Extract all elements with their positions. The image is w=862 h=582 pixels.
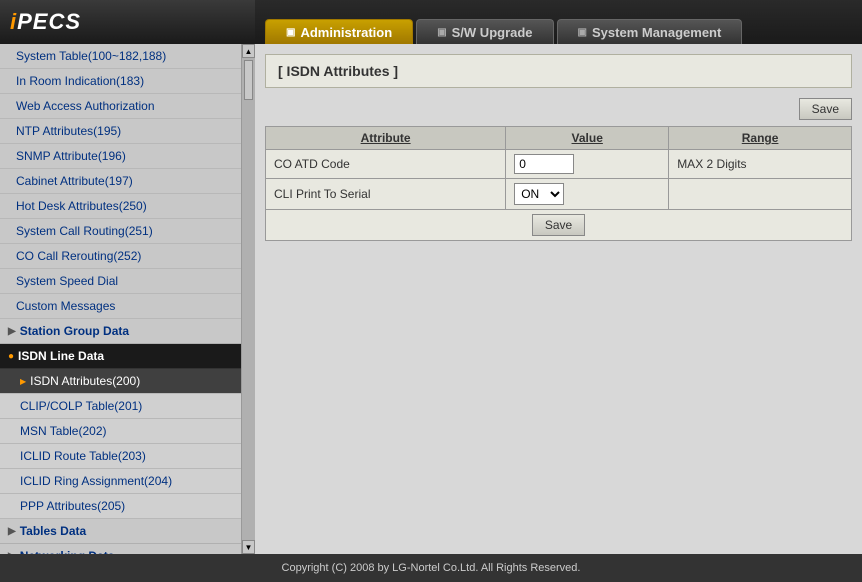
header: iPECS ▣ Administration ▣ S/W Upgrade ▣ S… — [0, 0, 862, 44]
attr-cli-print-range — [669, 179, 852, 210]
table-row-co-atd: CO ATD Code MAX 2 Digits — [266, 150, 852, 179]
attr-co-atd-range: MAX 2 Digits — [669, 150, 852, 179]
tab-sw-label: S/W Upgrade — [452, 25, 533, 40]
sidebar-subitem-iclid-ring[interactable]: ICLID Ring Assignment(204) — [0, 469, 241, 494]
sidebar-group-tables-label: Tables Data — [20, 524, 86, 538]
scroll-up-btn[interactable]: ▲ — [242, 44, 255, 58]
attributes-table: Attribute Value Range CO ATD Code MAX 2 … — [265, 126, 852, 241]
group-arrow-station: ▶ — [8, 326, 16, 337]
sidebar-scrollbar[interactable]: ▲ ▼ — [241, 44, 255, 554]
copyright-text: Copyright (C) 2008 by LG-Nortel Co.Ltd. … — [282, 562, 581, 574]
sidebar: System Table(100~182,188) In Room Indica… — [0, 44, 255, 554]
sidebar-item-custom-msg[interactable]: Custom Messages — [0, 294, 241, 319]
tab-system-mgmt[interactable]: ▣ System Management — [557, 19, 743, 44]
sidebar-item-syscall[interactable]: System Call Routing(251) — [0, 219, 241, 244]
sidebar-subitem-ppp[interactable]: PPP Attributes(205) — [0, 494, 241, 519]
main-container: System Table(100~182,188) In Room Indica… — [0, 44, 862, 554]
save-cell: Save — [266, 210, 852, 241]
tab-admin-label: Administration — [300, 25, 392, 40]
sidebar-subitem-msn[interactable]: MSN Table(202) — [0, 419, 241, 444]
save-button-top[interactable]: Save — [799, 98, 852, 120]
tab-icon-sw: ▣ — [437, 27, 446, 38]
sidebar-group-station-label: Station Group Data — [20, 324, 129, 338]
tab-sw-upgrade[interactable]: ▣ S/W Upgrade — [416, 19, 553, 44]
sidebar-group-networking-label: Networking Data — [20, 549, 115, 554]
tab-icon-admin: ▣ — [286, 27, 295, 38]
sidebar-subitem-isdn-attr[interactable]: ISDN Attributes(200) — [0, 369, 241, 394]
scroll-track — [242, 58, 255, 540]
co-atd-input[interactable] — [514, 154, 574, 174]
sidebar-item-cocall[interactable]: CO Call Rerouting(252) — [0, 244, 241, 269]
nav-tabs: ▣ Administration ▣ S/W Upgrade ▣ System … — [255, 0, 742, 44]
sidebar-subitem-isdn-attr-label: ISDN Attributes(200) — [30, 374, 140, 388]
page-title: [ ISDN Attributes ] — [265, 54, 852, 88]
table-save-row: Save — [266, 210, 852, 241]
attr-co-atd-label: CO ATD Code — [266, 150, 506, 179]
save-btn-top-container: Save — [265, 98, 852, 120]
group-arrow-tables: ▶ — [8, 526, 16, 537]
sidebar-group-station[interactable]: ▶ Station Group Data — [0, 319, 241, 344]
table-row-cli-print: CLI Print To Serial ON OFF — [266, 179, 852, 210]
sidebar-group-isdn-label: ISDN Line Data — [18, 349, 104, 363]
sidebar-item-cabinet[interactable]: Cabinet Attribute(197) — [0, 169, 241, 194]
sidebar-item-system-table[interactable]: System Table(100~182,188) — [0, 44, 241, 69]
sidebar-items: System Table(100~182,188) In Room Indica… — [0, 44, 241, 554]
sidebar-group-tables[interactable]: ▶ Tables Data — [0, 519, 241, 544]
sidebar-item-speed-dial[interactable]: System Speed Dial — [0, 269, 241, 294]
sidebar-group-isdn[interactable]: ● ISDN Line Data — [0, 344, 241, 369]
logo: iPECS — [10, 9, 81, 35]
footer: Copyright (C) 2008 by LG-Nortel Co.Ltd. … — [0, 554, 862, 582]
sidebar-group-networking[interactable]: ▶ Networking Data — [0, 544, 241, 554]
col-header-value: Value — [506, 127, 669, 150]
group-bullet-isdn: ● — [8, 351, 14, 362]
sidebar-item-ntp[interactable]: NTP Attributes(195) — [0, 119, 241, 144]
sidebar-item-in-room[interactable]: In Room Indication(183) — [0, 69, 241, 94]
content-area: [ ISDN Attributes ] Save Attribute Value… — [255, 44, 862, 554]
attr-cli-print-value: ON OFF — [506, 179, 669, 210]
logo-area: iPECS — [0, 0, 255, 44]
cli-print-select[interactable]: ON OFF — [514, 183, 564, 205]
tab-administration[interactable]: ▣ Administration — [265, 19, 413, 44]
group-arrow-networking: ▶ — [8, 551, 16, 555]
attr-co-atd-value — [506, 150, 669, 179]
col-header-attribute: Attribute — [266, 127, 506, 150]
scroll-down-btn[interactable]: ▼ — [242, 540, 255, 554]
save-button-table[interactable]: Save — [532, 214, 585, 236]
col-header-range: Range — [669, 127, 852, 150]
sidebar-item-web-access[interactable]: Web Access Authorization — [0, 94, 241, 119]
attr-cli-print-label: CLI Print To Serial — [266, 179, 506, 210]
tab-sysmgmt-label: System Management — [592, 25, 721, 40]
sidebar-subitem-clip[interactable]: CLIP/COLP Table(201) — [0, 394, 241, 419]
scroll-thumb — [244, 60, 253, 100]
tab-icon-sysmgmt: ▣ — [578, 27, 587, 38]
sidebar-item-snmp[interactable]: SNMP Attribute(196) — [0, 144, 241, 169]
sidebar-subitem-iclid-route[interactable]: ICLID Route Table(203) — [0, 444, 241, 469]
sidebar-item-hotdesk[interactable]: Hot Desk Attributes(250) — [0, 194, 241, 219]
